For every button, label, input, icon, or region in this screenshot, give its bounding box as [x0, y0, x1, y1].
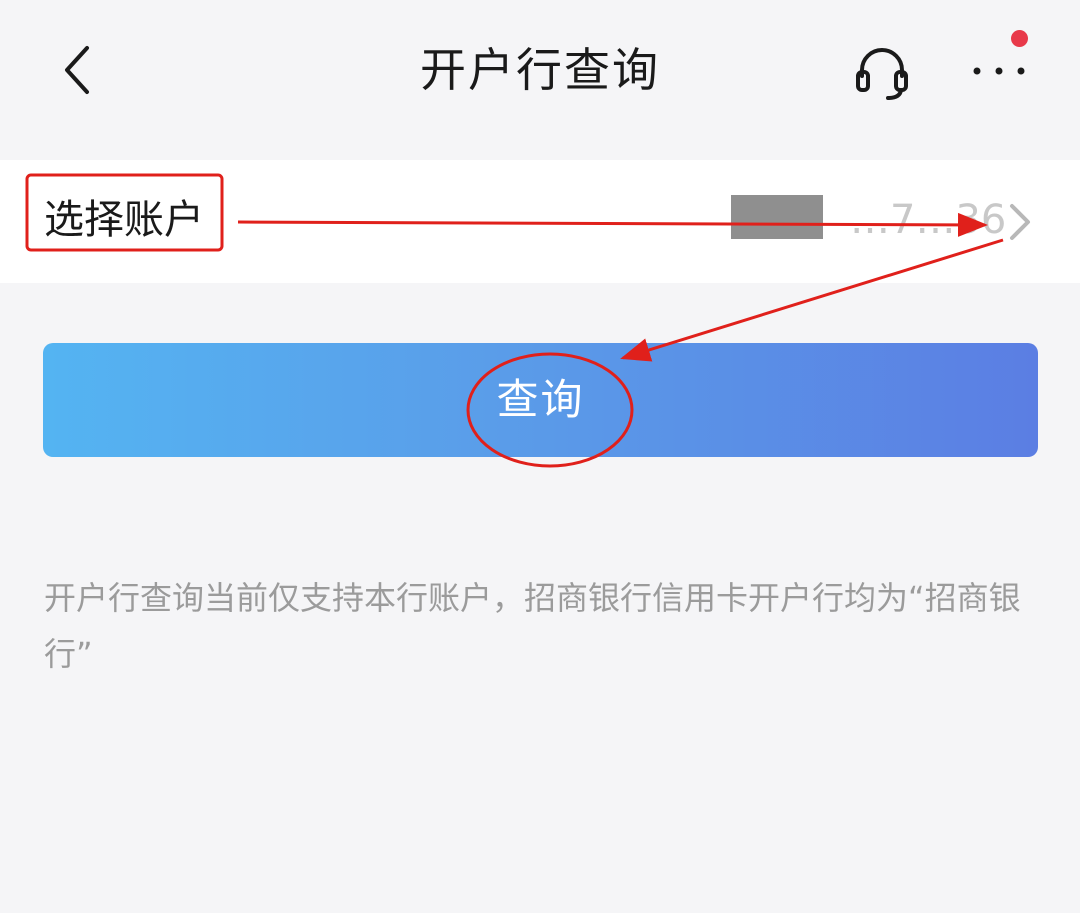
customer-service-button[interactable]: [850, 40, 914, 104]
query-button[interactable]: 查询: [43, 343, 1038, 457]
more-dots-icon: [973, 67, 1025, 75]
select-account-label: 选择账户: [44, 197, 204, 243]
account-number-redaction: [731, 195, 823, 239]
select-account-row[interactable]: 选择账户 …7…36: [0, 160, 1080, 283]
page-title: 开户行查询: [420, 43, 660, 97]
top-navigation-bar: 开户行查询: [0, 0, 1080, 140]
headset-icon: [856, 48, 908, 100]
notification-dot: [1011, 30, 1028, 47]
notice-text: 开户行查询当前仅支持本行账户，招商银行信用卡开户行均为“招商银行”: [44, 579, 1021, 673]
chevron-right-icon: [1010, 204, 1030, 240]
more-menu-button[interactable]: [966, 40, 1036, 100]
account-number-value: …7…36: [850, 197, 1007, 243]
